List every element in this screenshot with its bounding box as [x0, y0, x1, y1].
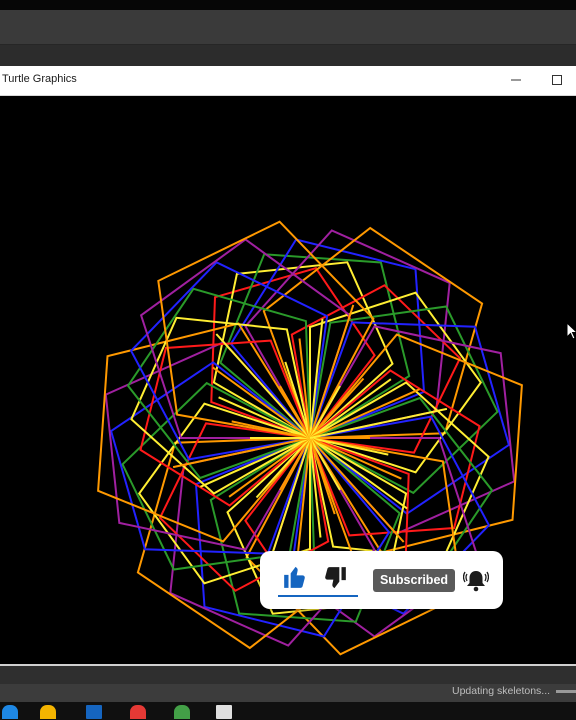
- minimize-button[interactable]: [496, 66, 536, 94]
- notification-bell-button[interactable]: [462, 568, 490, 594]
- status-text: Updating skeletons...: [452, 685, 551, 697]
- like-underline: [278, 595, 358, 597]
- thumbs-down-icon: [325, 567, 346, 589]
- pentagon-stroke: [212, 261, 394, 439]
- taskbar-store-icon[interactable]: [86, 705, 102, 719]
- status-progress: [556, 690, 576, 693]
- window-titlebar: Turtle Graphics: [0, 66, 576, 96]
- minimize-icon: [511, 79, 521, 81]
- maximize-button[interactable]: [537, 66, 576, 94]
- window-title: Turtle Graphics: [2, 73, 77, 85]
- radial-stroke: [199, 437, 311, 488]
- taskbar-app-icon[interactable]: [2, 705, 18, 719]
- radial-stroke: [309, 388, 421, 439]
- mouse-cursor-icon: [566, 322, 576, 340]
- ide-tab-strip: [0, 45, 576, 66]
- taskbar-browser-icon[interactable]: [130, 705, 146, 719]
- like-button[interactable]: [282, 564, 308, 590]
- bell-icon: [462, 571, 490, 592]
- subscribe-overlay: Subscribed: [260, 551, 503, 609]
- ide-toolbar: [0, 10, 576, 45]
- taskbar-edge-icon[interactable]: [174, 705, 190, 719]
- subscribed-button[interactable]: Subscribed: [373, 569, 455, 592]
- maximize-icon: [552, 75, 562, 85]
- taskbar-folder-icon[interactable]: [40, 705, 56, 719]
- top-edge: [0, 0, 576, 10]
- dislike-button[interactable]: [322, 565, 348, 591]
- thumbs-up-icon: [284, 566, 305, 588]
- taskbar-file-icon[interactable]: [216, 705, 232, 719]
